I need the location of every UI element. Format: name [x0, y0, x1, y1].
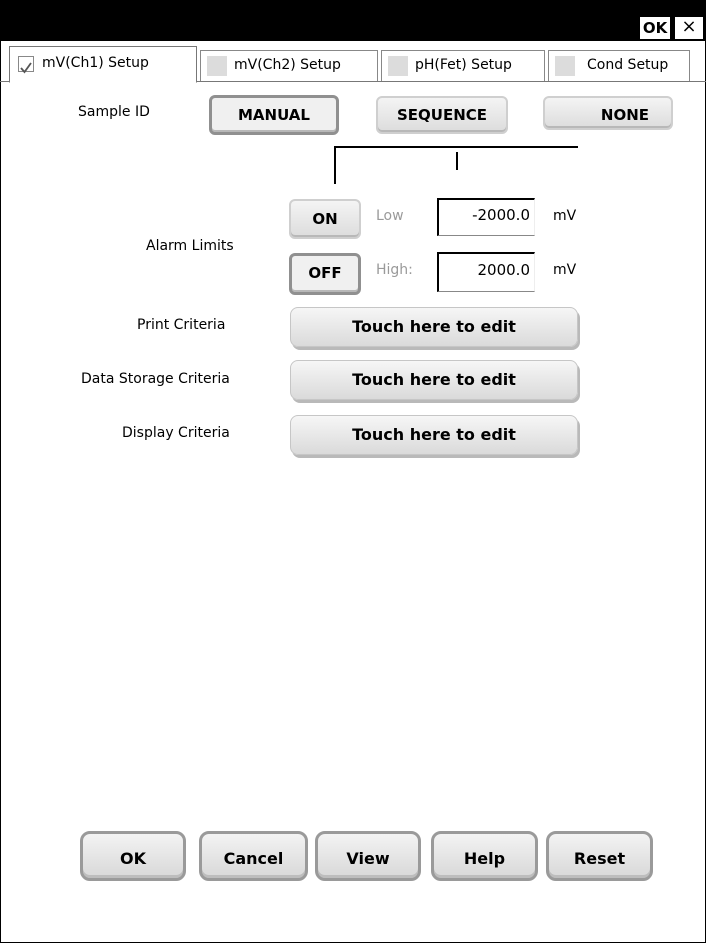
- display-criteria-edit-button[interactable]: Touch here to edit: [290, 415, 578, 455]
- data-storage-criteria-label: Data Storage Criteria: [81, 371, 230, 387]
- reset-button[interactable]: Reset: [546, 831, 653, 881]
- tab-label: pH(Fet) Setup: [415, 57, 512, 73]
- print-criteria-label: Print Criteria: [137, 317, 226, 333]
- alarm-high-label: High:: [376, 262, 413, 278]
- tab-mv-ch2-setup[interactable]: mV(Ch2) Setup: [200, 50, 378, 81]
- checkbox-icon: [18, 56, 34, 74]
- sample-id-sequence-button[interactable]: SEQUENCE: [376, 96, 508, 134]
- ok-button[interactable]: OK: [80, 831, 186, 881]
- display-criteria-label: Display Criteria: [122, 425, 230, 441]
- sample-id-manual-button[interactable]: MANUAL: [209, 95, 339, 135]
- tab-label: Cond Setup: [587, 57, 669, 73]
- alarm-high-unit: mV: [553, 262, 577, 278]
- close-icon[interactable]: ×: [675, 17, 703, 39]
- title-bar: [1, 1, 705, 41]
- titlebar-ok-button[interactable]: OK: [640, 17, 670, 39]
- print-criteria-edit-button[interactable]: Touch here to edit: [290, 307, 578, 347]
- tab-cond-setup[interactable]: Cond Setup: [548, 50, 690, 81]
- tab-label: mV(Ch1) Setup: [42, 55, 149, 71]
- view-button[interactable]: View: [315, 831, 421, 881]
- sample-id-none-button[interactable]: NONE: [543, 96, 673, 130]
- help-button[interactable]: Help: [431, 831, 538, 881]
- alarm-low-label: Low: [376, 208, 404, 224]
- alarm-on-button[interactable]: ON: [289, 199, 361, 239]
- alarm-low-field[interactable]: -2000.0: [437, 198, 535, 236]
- tab-label: mV(Ch2) Setup: [234, 57, 341, 73]
- data-storage-criteria-edit-button[interactable]: Touch here to edit: [290, 360, 578, 400]
- cancel-button[interactable]: Cancel: [199, 831, 308, 881]
- sample-id-bracket: [334, 146, 578, 148]
- tab-square-icon: [388, 56, 408, 76]
- sample-id-label: Sample ID: [78, 104, 150, 120]
- bracket-center-mark: [456, 152, 458, 170]
- tab-square-icon: [207, 56, 227, 76]
- alarm-limits-label: Alarm Limits: [146, 238, 234, 254]
- alarm-high-field[interactable]: 2000.0: [437, 252, 535, 292]
- tab-square-icon: [555, 56, 575, 76]
- dialog-frame: [0, 0, 706, 943]
- alarm-low-unit: mV: [553, 208, 577, 224]
- alarm-off-button[interactable]: OFF: [289, 253, 361, 295]
- tab-ph-fet-setup[interactable]: pH(Fet) Setup: [381, 50, 545, 81]
- tab-mv-ch1-setup[interactable]: mV(Ch1) Setup: [9, 46, 197, 83]
- bracket-left-leg: [334, 146, 336, 184]
